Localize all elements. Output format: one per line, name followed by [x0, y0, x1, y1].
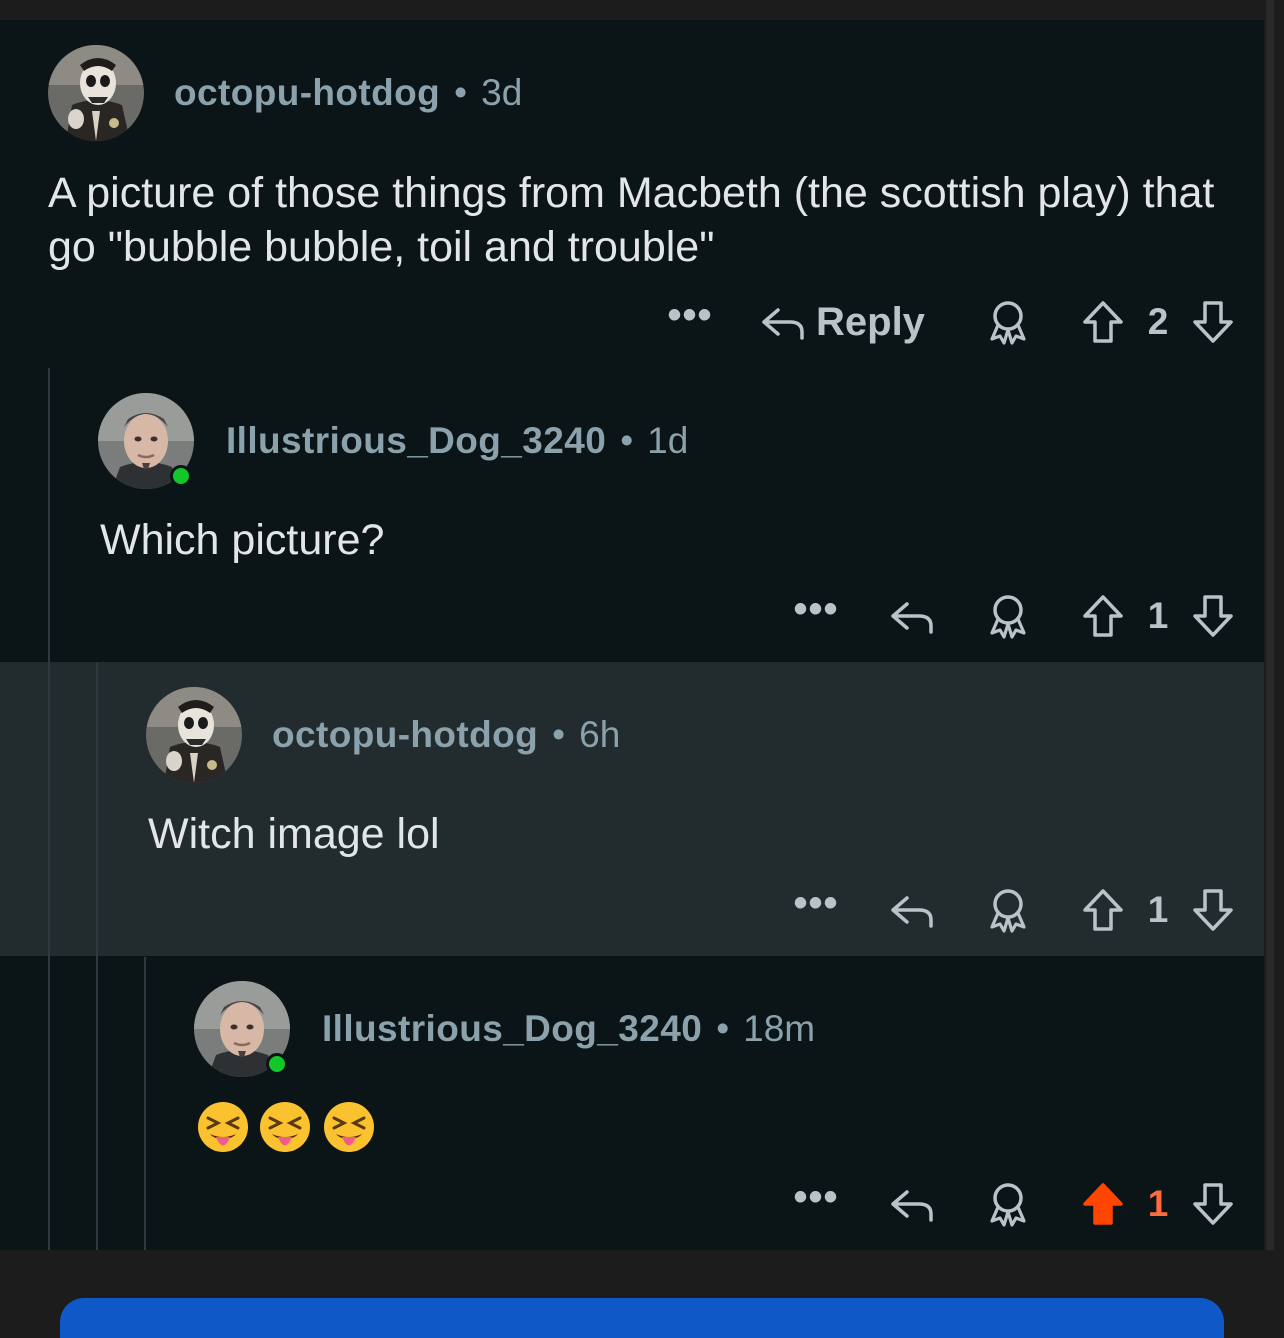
reply-button[interactable] [886, 588, 938, 644]
separator: • [552, 714, 566, 755]
comment-actions: ••• 1 [0, 882, 1264, 938]
vote-count: 1 [1147, 889, 1169, 930]
comment-body: Witch image lol [148, 810, 440, 858]
score: 1 [1136, 588, 1180, 644]
timestamp: 18m [743, 1008, 816, 1049]
timestamp: 1d [647, 420, 689, 461]
upvote-button[interactable] [1078, 294, 1128, 350]
upvote-icon [1083, 889, 1123, 931]
more-icon: ••• [793, 587, 839, 631]
more-icon: ••• [667, 293, 713, 337]
reply-icon [891, 602, 933, 634]
avatar[interactable] [146, 687, 242, 783]
award-icon [990, 301, 1026, 345]
skull-face-avatar-icon [48, 45, 144, 141]
squinting-face-with-tongue-icon [324, 1102, 374, 1152]
downvote-button[interactable] [1188, 882, 1238, 938]
timestamp: 6h [579, 714, 621, 755]
more-icon: ••• [793, 881, 839, 925]
award-icon [990, 595, 1026, 639]
username[interactable]: Illustrious_Dog_3240 [322, 1008, 702, 1049]
reply-label: Reply [816, 299, 925, 344]
reply-icon [762, 308, 804, 340]
score: 2 [1136, 294, 1180, 350]
comment-body: 😝😝😝 [196, 1100, 396, 1160]
comment-actions: ••• 1 [0, 1176, 1264, 1232]
vote-count: 2 [1147, 301, 1169, 342]
reply-button[interactable]: Reply [760, 294, 940, 350]
comment-meta: octopu-hotdog • 6h [272, 713, 620, 757]
award-icon [990, 889, 1026, 933]
reply-button[interactable] [886, 882, 938, 938]
thread-line-level-1[interactable] [48, 368, 50, 1250]
downvote-button[interactable] [1188, 294, 1238, 350]
downvote-button[interactable] [1188, 1176, 1238, 1232]
skull-face-avatar-icon [146, 687, 242, 783]
more-options-button[interactable]: ••• [662, 294, 718, 350]
upvote-button[interactable] [1078, 882, 1128, 938]
more-options-button[interactable]: ••• [788, 1176, 844, 1232]
comment-meta: Illustrious_Dog_3240 • 18m [322, 1007, 815, 1051]
award-button[interactable] [982, 1176, 1034, 1232]
comment-meta: Illustrious_Dog_3240 • 1d [226, 419, 688, 463]
comment-actions: ••• 1 [0, 588, 1264, 644]
timestamp: 3d [481, 72, 523, 113]
upvote-button-active[interactable] [1078, 1176, 1128, 1232]
upvote-icon [1083, 595, 1123, 637]
comment-meta: octopu-hotdog • 3d [174, 71, 522, 115]
upvote-button[interactable] [1078, 588, 1128, 644]
comment-thread: octopu-hotdog • 3d A picture of those thin… [0, 20, 1264, 1250]
award-button[interactable] [982, 882, 1034, 938]
downvote-icon [1193, 595, 1233, 637]
reply-icon [891, 896, 933, 928]
more-options-button[interactable]: ••• [788, 588, 844, 644]
award-icon [990, 1183, 1026, 1227]
downvote-icon [1193, 1183, 1233, 1225]
bottom-action-bar[interactable] [60, 1298, 1224, 1338]
avatar[interactable] [48, 45, 144, 141]
score: 1 [1136, 882, 1180, 938]
upvote-filled-icon [1083, 1183, 1123, 1225]
reply-button[interactable] [886, 1176, 938, 1232]
vote-count: 1 [1147, 1183, 1169, 1224]
online-status-icon [266, 1053, 288, 1075]
username[interactable]: octopu-hotdog [272, 714, 538, 755]
comment-body: Which picture? [100, 516, 385, 564]
separator: • [716, 1008, 730, 1049]
online-status-icon [170, 465, 192, 487]
username[interactable]: Illustrious_Dog_3240 [226, 420, 606, 461]
scrollbar[interactable] [1266, 0, 1274, 1250]
comment-body: A picture of those things from Macbeth (… [48, 169, 1215, 271]
reply-icon [891, 1190, 933, 1222]
username[interactable]: octopu-hotdog [174, 72, 440, 113]
comment-actions: ••• Reply 2 [0, 294, 1264, 350]
upvote-icon [1083, 301, 1123, 343]
thread-line-level-2[interactable] [96, 663, 98, 1250]
more-icon: ••• [793, 1175, 839, 1219]
downvote-icon [1193, 301, 1233, 343]
score: 1 [1136, 1176, 1180, 1232]
vote-count: 1 [1147, 595, 1169, 636]
downvote-icon [1193, 889, 1233, 931]
top-bar [0, 0, 1284, 20]
separator: • [620, 420, 634, 461]
squinting-face-with-tongue-icon [260, 1102, 310, 1152]
downvote-button[interactable] [1188, 588, 1238, 644]
more-options-button[interactable]: ••• [788, 882, 844, 938]
award-button[interactable] [982, 588, 1034, 644]
award-button[interactable] [982, 294, 1034, 350]
separator: • [454, 72, 468, 113]
squinting-face-with-tongue-icon [198, 1102, 248, 1152]
